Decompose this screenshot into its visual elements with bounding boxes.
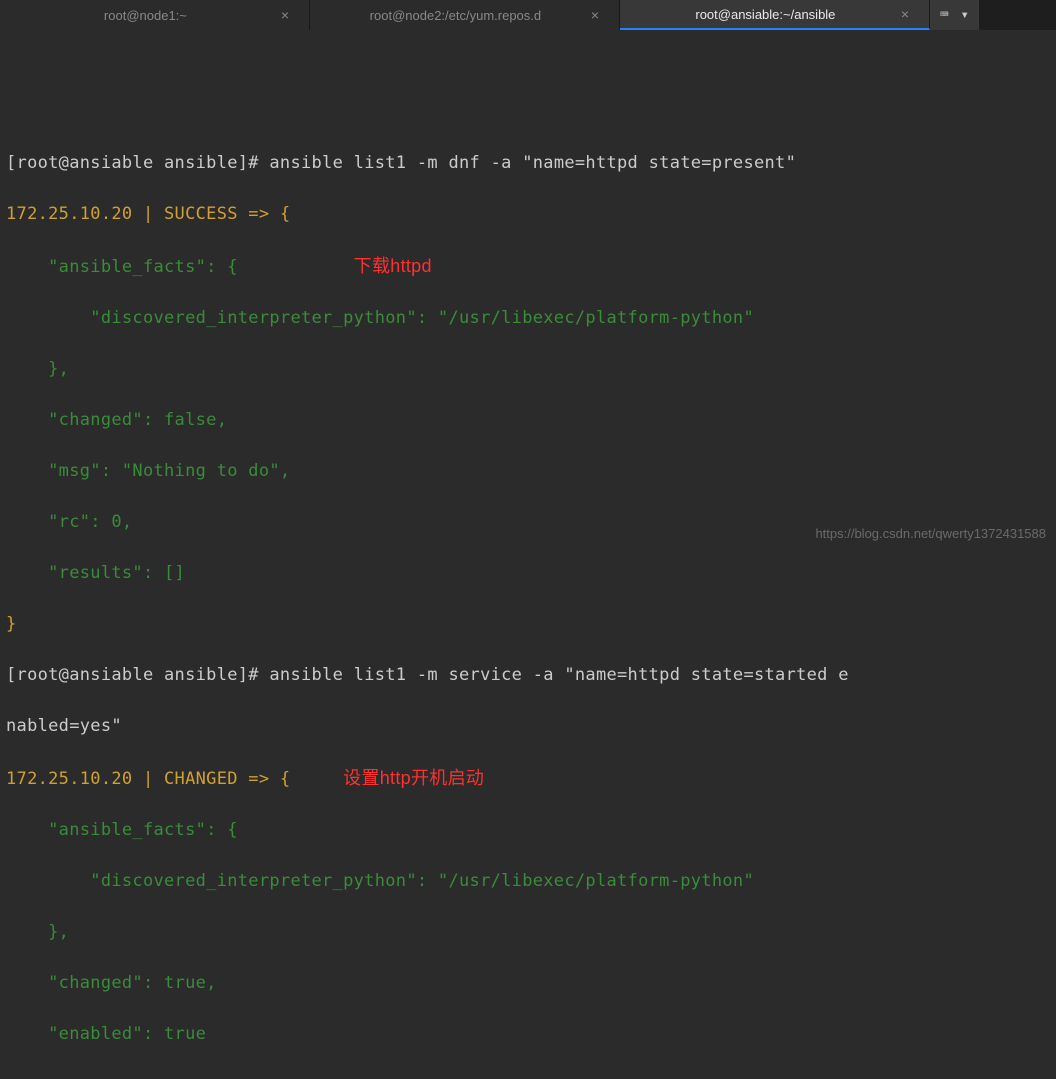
command-text: ansible list1 -m dnf -a "name=httpd stat…: [269, 153, 796, 173]
tab-label: root@node2:/etc/yum.repos.d: [330, 8, 581, 23]
output-line: "discovered_interpreter_python": "/usr/l…: [6, 306, 1050, 332]
output-line: "discovered_interpreter_python": "/usr/l…: [6, 869, 1050, 895]
output-line: 172.25.10.20 | SUCCESS => {: [6, 202, 1050, 228]
tab-node1[interactable]: root@node1:~ ×: [0, 0, 310, 30]
host-result-header: 172.25.10.20 | CHANGED => {: [6, 769, 290, 789]
keyboard-icon[interactable]: ⌨: [940, 7, 948, 23]
shell-prompt: [root@ansiable ansible]#: [6, 153, 269, 173]
output-line: "msg": "Nothing to do",: [6, 459, 1050, 485]
json-key: "ansible_facts": {: [6, 257, 238, 277]
tab-ansiable[interactable]: root@ansiable:~/ansible ×: [620, 0, 930, 30]
toolbar-icons: ⌨ ▾: [930, 0, 979, 30]
tab-bar: root@node1:~ × root@node2:/etc/yum.repos…: [0, 0, 1056, 30]
close-icon[interactable]: ×: [901, 6, 909, 22]
output-line: "enabled": true: [6, 1022, 1050, 1048]
close-icon[interactable]: ×: [591, 7, 599, 23]
output-line: }: [6, 612, 1050, 638]
annotation-text: 下载httpd: [354, 256, 432, 276]
close-icon[interactable]: ×: [281, 7, 289, 23]
host-result-header: 172.25.10.20 | SUCCESS => {: [6, 204, 290, 224]
annotation-text: 设置http开机启动: [343, 768, 484, 788]
output-line: },: [6, 920, 1050, 946]
output-line: },: [6, 357, 1050, 383]
tab-label: root@ansiable:~/ansible: [640, 7, 891, 22]
output-line: "ansible_facts": { 下载httpd: [6, 253, 1050, 281]
output-line: "ansible_facts": {: [6, 818, 1050, 844]
prompt-line: [root@ansiable ansible]# ansible list1 -…: [6, 663, 1050, 689]
tab-node2[interactable]: root@node2:/etc/yum.repos.d ×: [310, 0, 620, 30]
tab-label: root@node1:~: [20, 8, 271, 23]
output-line: 172.25.10.20 | CHANGED => { 设置http开机启动: [6, 765, 1050, 793]
watermark-text: https://blog.csdn.net/qwerty1372431588: [815, 526, 1046, 541]
output-line: "changed": false,: [6, 408, 1050, 434]
command-text: ansible list1 -m service -a "name=httpd …: [269, 665, 848, 685]
command-continuation: nabled=yes": [6, 714, 1050, 740]
output-line: "changed": true,: [6, 971, 1050, 997]
output-line: "results": []: [6, 561, 1050, 587]
menu-dropdown-icon[interactable]: ▾: [960, 7, 968, 23]
prompt-line: [root@ansiable ansible]# ansible list1 -…: [6, 151, 1050, 177]
shell-prompt: [root@ansiable ansible]#: [6, 665, 269, 685]
terminal-output[interactable]: [root@ansiable ansible]# ansible list1 -…: [0, 30, 1056, 1079]
